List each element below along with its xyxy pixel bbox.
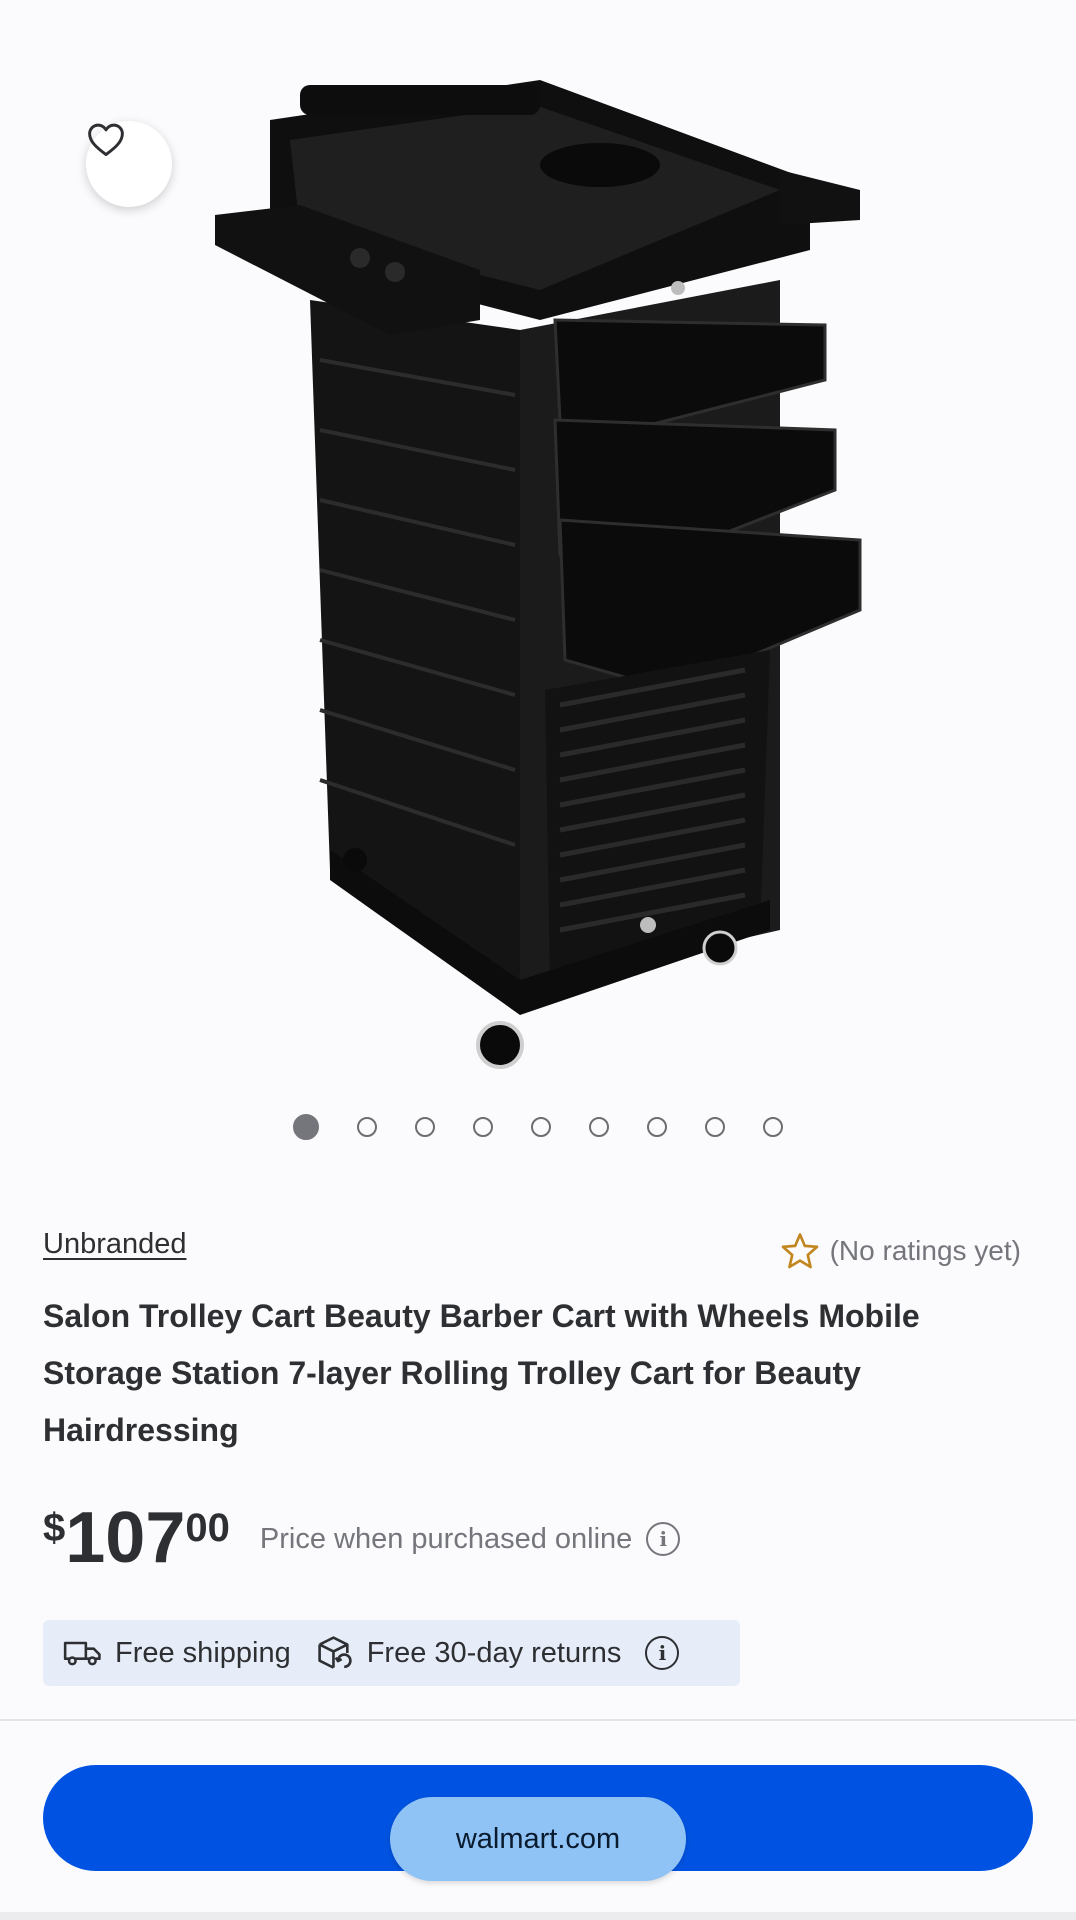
rating-text: (No ratings yet)	[829, 1235, 1021, 1266]
price-note-text: Price when purchased online	[259, 1522, 633, 1555]
carousel-dot[interactable]	[473, 1117, 493, 1137]
carousel-dot[interactable]	[763, 1117, 783, 1137]
product-title: Salon Trolley Cart Beauty Barber Cart wi…	[43, 1298, 920, 1448]
bottom-edge	[0, 1912, 1076, 1920]
product-price: $ 107 00	[43, 1500, 230, 1576]
price-note: Price when purchased online i	[259, 1522, 681, 1556]
carousel-dot[interactable]	[647, 1117, 667, 1137]
carousel-dot[interactable]	[415, 1117, 435, 1137]
browser-url: walmart.com	[455, 1822, 621, 1855]
price-row: $ 107 00 Price when purchased online i	[43, 1500, 681, 1576]
price-dollars: 107	[65, 1498, 186, 1578]
carousel-pagination	[0, 1114, 1076, 1140]
divider	[0, 1719, 1076, 1721]
brand-link[interactable]: Unbranded	[43, 1228, 187, 1261]
product-image-carousel[interactable]	[0, 0, 1076, 1080]
carousel-dot[interactable]	[293, 1114, 319, 1140]
carousel-dot[interactable]	[589, 1117, 609, 1137]
free-returns: Free 30-day returns	[315, 1634, 622, 1672]
browser-url-pill[interactable]: walmart.com	[390, 1797, 686, 1881]
star-icon	[781, 1233, 818, 1269]
truck-icon	[63, 1641, 101, 1666]
free-shipping-label: Free shipping	[115, 1636, 291, 1669]
info-icon[interactable]: i	[645, 1636, 680, 1670]
price-cents: 00	[185, 1506, 230, 1550]
carousel-dot[interactable]	[531, 1117, 551, 1137]
free-shipping: Free shipping	[63, 1637, 291, 1670]
return-box-icon	[318, 1636, 352, 1669]
carousel-dot[interactable]	[705, 1117, 725, 1137]
heart-icon	[88, 123, 124, 157]
info-icon[interactable]: i	[646, 1522, 681, 1556]
favorite-button[interactable]	[86, 121, 172, 207]
rating-summary[interactable]: (No ratings yet)	[780, 1232, 1021, 1270]
fulfillment-benefits: Free shipping Free 30-day returns i	[43, 1620, 740, 1686]
carousel-dot[interactable]	[357, 1117, 377, 1137]
price-currency: $	[43, 1506, 66, 1550]
free-returns-label: Free 30-day returns	[366, 1636, 622, 1669]
